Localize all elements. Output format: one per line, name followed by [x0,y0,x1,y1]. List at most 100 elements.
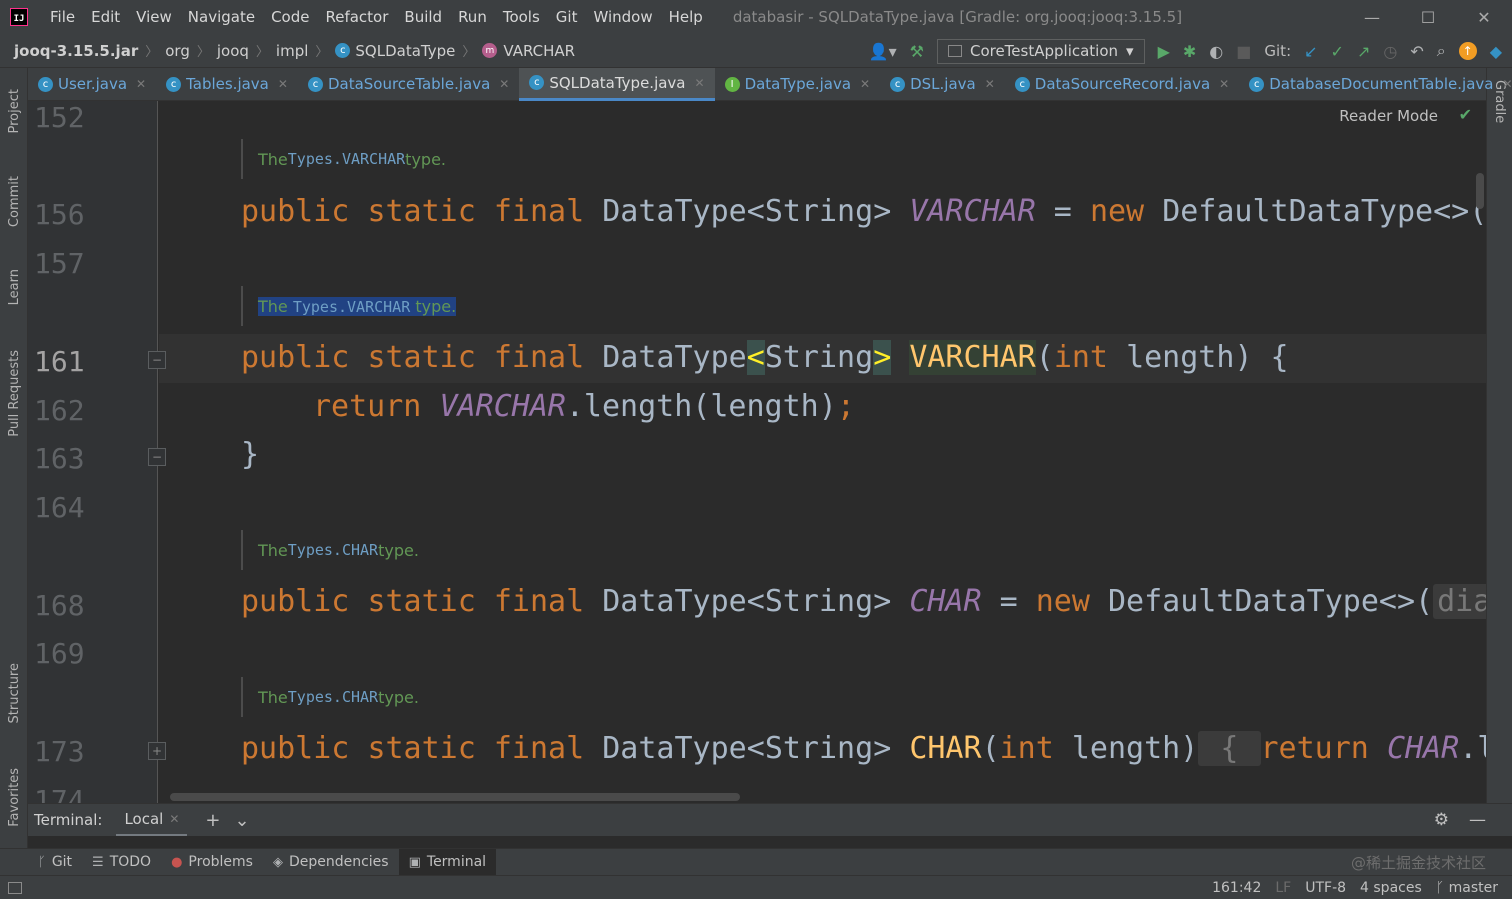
minimize-icon[interactable]: — [1344,0,1400,34]
close-icon[interactable]: ✕ [499,77,509,91]
menu-edit[interactable]: Edit [83,8,128,26]
close-icon[interactable]: ✕ [1219,77,1229,91]
menu-refactor[interactable]: Refactor [317,8,396,26]
breadcrumb-jooq[interactable]: jooq [217,42,249,60]
toggle-tool-windows-icon[interactable] [8,881,22,894]
tool-git[interactable]: ᚴ Git [28,849,82,876]
close-icon[interactable]: ✕ [1502,77,1512,91]
hammer-icon[interactable]: ⚒ [910,42,924,61]
close-icon[interactable]: ✕ [1456,0,1512,34]
coverage-icon[interactable]: ◐ [1209,42,1223,61]
git-update-icon[interactable]: ↙ [1304,42,1317,61]
keyword: static [367,340,476,375]
inspection-ok-icon[interactable]: ✔ [1459,105,1472,124]
tab-datatype-java[interactable]: I DataType.java ✕ [715,68,881,101]
vertical-scrollbar[interactable] [1476,173,1484,209]
tab-user-java[interactable]: c User.java ✕ [28,68,156,101]
ide-update-icon[interactable]: ↑ [1458,42,1477,60]
tool-problems-label: Problems [188,854,253,870]
menu-view[interactable]: View [128,8,180,26]
close-icon[interactable]: ✕ [860,77,870,91]
doc-text: type. [378,540,419,560]
indent-setting[interactable]: 4 spaces [1360,880,1422,896]
fold-end-icon[interactable]: − [148,448,166,466]
project-tool-tab[interactable]: Project [0,76,28,146]
doc-code[interactable]: Types.VARCHAR [288,150,405,168]
favorites-tool-tab[interactable]: Favorites [0,758,28,836]
debug-icon[interactable]: ✱ [1183,42,1196,61]
fold-collapse-icon[interactable]: − [148,351,166,369]
breadcrumb-impl[interactable]: impl [276,42,308,60]
user-icon[interactable]: 👤▾ [869,42,897,61]
doc-code[interactable]: Types.VARCHAR [293,298,410,316]
close-icon[interactable]: ✕ [278,77,288,91]
tab-datasourcerecord-java[interactable]: c DataSourceRecord.java ✕ [1005,68,1239,101]
close-icon[interactable]: ✕ [169,812,179,826]
chevron-down-icon[interactable]: ⌄ [235,810,250,831]
tab-dsl-java[interactable]: c DSL.java ✕ [880,68,1005,101]
close-icon[interactable]: ✕ [136,77,146,91]
javadoc-comment: The Types.VARCHAR type. [241,139,446,179]
menu-code[interactable]: Code [263,8,317,26]
tool-dependencies[interactable]: ◈ Dependencies [263,849,399,876]
line-separator[interactable]: LF [1275,880,1291,896]
doc-code[interactable]: Types.CHAR [288,688,378,706]
tool-todo[interactable]: ☰ TODO [82,849,161,876]
pull-requests-tool-tab[interactable]: Pull Requests [0,338,28,448]
tab-sqldatatype-java[interactable]: c SQLDataType.java ✕ [519,67,715,101]
menu-run[interactable]: Run [450,8,495,26]
breadcrumb-class[interactable]: c SQLDataType [335,42,455,60]
maximize-icon[interactable]: ☐ [1400,0,1456,34]
horizontal-scrollbar[interactable] [170,793,740,801]
search-icon[interactable]: ⌕ [1437,41,1446,61]
method-icon: m [482,43,498,58]
structure-tool-tab[interactable]: Structure [0,653,28,733]
breadcrumb-jar[interactable]: jooq-3.15.5.jar [14,42,138,60]
breadcrumb-member[interactable]: m VARCHAR [482,42,575,60]
terminal-body[interactable] [28,836,1512,848]
menu-git[interactable]: Git [548,8,586,26]
menu-file[interactable]: File [42,8,83,26]
rollback-icon[interactable]: ↶ [1410,42,1423,61]
history-icon[interactable]: ◷ [1383,42,1397,61]
minimize-icon[interactable]: — [1469,810,1486,830]
code-editor[interactable]: 152 156 157 161 162 163 164 168 169 173 … [28,101,1486,803]
git-push-icon[interactable]: ↗ [1357,42,1370,61]
code-line-156: public static final DataType<String> VAR… [241,194,1486,229]
tool-terminal[interactable]: ▣ Terminal [398,848,497,876]
close-icon[interactable]: ✕ [985,77,995,91]
menu-help[interactable]: Help [661,8,711,26]
tab-databasedocumenttable-java[interactable]: c DatabaseDocumentTable.java ✕ [1239,68,1512,101]
run-config-select[interactable]: CoreTestApplication ▾ [936,38,1145,64]
close-icon[interactable]: ✕ [695,76,705,90]
keyword: return [1260,731,1369,766]
menu-tools[interactable]: Tools [495,8,548,26]
folded-region[interactable]: { [1198,731,1261,766]
caret-position[interactable]: 161:42 [1212,880,1261,896]
doc-code[interactable]: Types.CHAR [288,541,378,559]
add-icon[interactable]: + [205,810,220,831]
breadcrumb-org[interactable]: org [165,42,190,60]
stop-icon[interactable]: ■ [1236,42,1251,61]
tab-datasourcetable-java[interactable]: c DataSourceTable.java ✕ [298,68,519,101]
file-encoding[interactable]: UTF-8 [1305,880,1346,896]
learn-tool-tab[interactable]: Learn [0,258,28,316]
tab-tables-java[interactable]: c Tables.java ✕ [156,68,298,101]
menu-build[interactable]: Build [396,8,450,26]
plugin-icon[interactable]: ◆ [1490,42,1502,61]
commit-tool-label: Commit [6,176,22,228]
commit-tool-tab[interactable]: Commit [0,166,28,238]
terminal-tab-local[interactable]: Local ✕ [116,804,188,837]
git-branch[interactable]: ᚴ master [1436,880,1498,896]
git-commit-icon[interactable]: ✓ [1331,42,1344,61]
run-icon[interactable]: ▶ [1158,42,1170,61]
gear-icon[interactable]: ⚙ [1434,810,1449,830]
reader-mode-toggle[interactable]: Reader Mode [1339,107,1438,125]
tool-problems[interactable]: ● Problems [161,849,263,876]
type-name: DataType [602,340,747,375]
chevron-right-icon: 〉 [315,45,329,60]
menu-window[interactable]: Window [585,8,660,26]
fold-expand-icon[interactable]: + [148,742,166,760]
intellij-logo-icon[interactable]: IJ [10,8,28,26]
menu-navigate[interactable]: Navigate [180,8,263,26]
